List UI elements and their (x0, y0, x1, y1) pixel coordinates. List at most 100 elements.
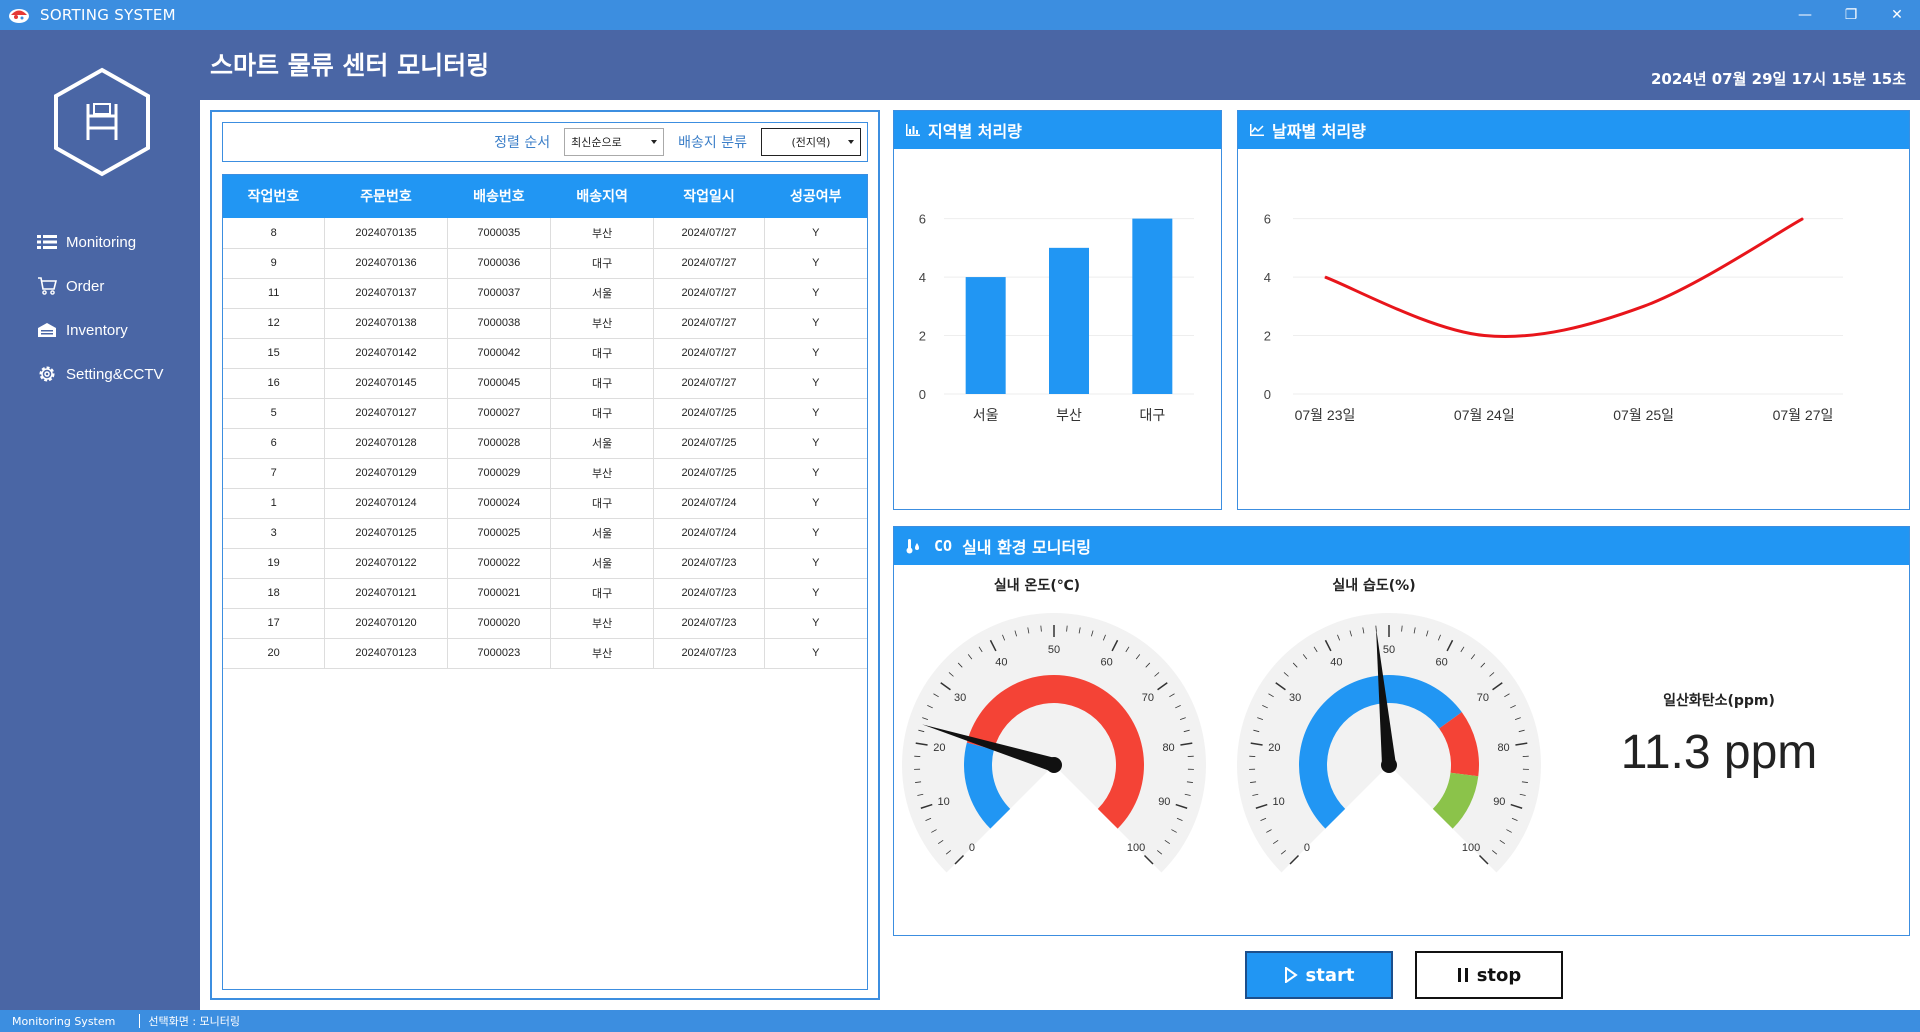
stop-button[interactable]: stop (1415, 951, 1563, 999)
table-cell: 2024/07/27 (653, 368, 765, 399)
sidebar-item-inventory[interactable]: Inventory (36, 308, 164, 352)
gauge-tick-label: 10 (938, 796, 950, 808)
table-cell: 2024070128 (324, 428, 448, 459)
table-cell: 대구 (550, 338, 655, 369)
table-row[interactable]: 11 2024070137 7000037 서울 2024/07/27 Y (221, 278, 869, 309)
table-cell: 대구 (550, 488, 655, 519)
table-cell: 7000045 (447, 368, 552, 399)
table-cell: 2024/07/24 (653, 488, 765, 519)
table-cell: 7000037 (447, 278, 552, 309)
humidity-label: 실내 습도(%) (1332, 578, 1416, 594)
sort-order-select[interactable]: 최신순으로 (564, 128, 665, 156)
region-filter-select[interactable]: (전지역) (761, 128, 861, 156)
close-button[interactable]: ✕ (1874, 0, 1920, 30)
warehouse-hex-logo-icon (50, 66, 154, 178)
table-cell: 19 (221, 548, 326, 579)
sidebar-item-label: Monitoring (66, 233, 137, 251)
table-row[interactable]: 19 2024070122 7000022 서울 2024/07/23 Y (221, 548, 869, 579)
column-header[interactable]: 성공여부 (764, 174, 869, 218)
column-header[interactable]: 배송지역 (550, 174, 655, 218)
window-title: SORTING SYSTEM (40, 6, 176, 24)
column-header[interactable]: 작업번호 (222, 174, 326, 218)
panel-header: 지역별 처리량 (894, 111, 1221, 149)
table-row[interactable]: 7 2024070129 7000029 부산 2024/07/25 Y (221, 458, 869, 489)
table-cell: 부산 (550, 218, 655, 249)
table-row[interactable]: 3 2024070125 7000025 서울 2024/07/24 Y (221, 518, 869, 549)
temperature-gauge: 0 10 20 30 40 50 60 70 80 90 100 (902, 613, 1206, 905)
table-cell: Y (764, 608, 869, 639)
table-row[interactable]: 17 2024070120 7000020 부산 2024/07/23 Y (221, 608, 869, 639)
minimize-button[interactable]: — (1782, 0, 1828, 30)
table-cell: Y (764, 428, 869, 459)
table-cell: 20 (221, 638, 326, 669)
y-tick-label: 6 (919, 212, 926, 227)
bar (965, 277, 1006, 394)
co-label: 일산화탄소(ppm) (1663, 693, 1775, 709)
table-cell: 2024/07/27 (653, 338, 765, 369)
table-cell: 7000022 (447, 548, 552, 579)
y-tick-label: 2 (1264, 329, 1271, 344)
gauge-tick-label: 80 (1497, 742, 1509, 754)
table-cell: 2024070135 (324, 218, 448, 249)
gauge-tick (1066, 625, 1068, 632)
region-filter-value: (전지역) (791, 136, 831, 149)
gauge-tick-label: 70 (1477, 692, 1489, 704)
table-row[interactable]: 1 2024070124 7000024 대구 2024/07/24 Y (221, 488, 869, 519)
table-cell: 7000042 (447, 338, 552, 369)
x-tick-label: 부산 (1056, 407, 1082, 423)
table-row[interactable]: 20 2024070123 7000023 부산 2024/07/23 Y (221, 638, 869, 669)
status-screen: 선택화면 : 모니터링 (148, 1015, 241, 1028)
panel-header: CO 실내 환경 모니터링 (894, 527, 1909, 565)
temperature-label: 실내 온도(℃) (993, 578, 1081, 594)
bar (1049, 247, 1089, 394)
gauge-tick-label: 30 (954, 692, 966, 704)
table-cell: Y (764, 638, 869, 669)
x-tick-label: 07월 27일 (1773, 407, 1834, 423)
sidebar-item-monitoring[interactable]: Monitoring (36, 220, 164, 264)
x-tick-label: 대구 (1139, 407, 1165, 423)
gauge-tick-label: 100 (1127, 842, 1145, 854)
table-cell: 2024/07/27 (653, 218, 765, 249)
app-logo-icon (8, 6, 30, 24)
table-cell: 대구 (550, 578, 655, 609)
gauge-tick-label: 50 (1048, 644, 1060, 656)
gauge-tick-label: 0 (969, 842, 975, 854)
table-cell: 대구 (550, 398, 655, 429)
restore-button[interactable]: ❐ (1828, 0, 1874, 30)
table-cell: 7000036 (447, 248, 552, 279)
main-content: 정렬 순서 최신순으로 배송지 분류 (전지역) 작업번호 주문번호 배송번호 배송지… (200, 100, 1920, 1010)
table-cell: 서울 (550, 548, 655, 579)
table-row[interactable]: 16 2024070145 7000045 대구 2024/07/27 Y (221, 368, 869, 399)
table-cell: 2024070136 (324, 248, 448, 279)
table-cell: 1 (221, 488, 326, 519)
table-cell: 9 (221, 248, 326, 279)
column-header[interactable]: 배송번호 (447, 174, 552, 218)
table-row[interactable]: 9 2024070136 7000036 대구 2024/07/27 Y (221, 248, 869, 279)
table-cell: 2024/07/23 (653, 638, 765, 669)
region-filter-label: 배송지 분류 (678, 135, 747, 151)
table-cell: 서울 (550, 518, 655, 549)
table-cell: 7000021 (447, 578, 552, 609)
table-row[interactable]: 18 2024070121 7000021 대구 2024/07/23 Y (221, 578, 869, 609)
region-bar-chart: 0 2 4 6 서울 부산 대구 (919, 212, 1194, 423)
gauge-tick-label: 0 (1304, 842, 1310, 854)
sidebar-item-order[interactable]: Order (36, 264, 164, 308)
table-row[interactable]: 6 2024070128 7000028 서울 2024/07/25 Y (221, 428, 869, 459)
table-header-row: 작업번호 주문번호 배송번호 배송지역 작업일시 성공여부 (222, 174, 869, 218)
table-row[interactable]: 5 2024070127 7000027 대구 2024/07/25 Y (221, 398, 869, 429)
table-cell: 7000029 (447, 458, 552, 489)
table-row[interactable]: 12 2024070138 7000038 부산 2024/07/27 Y (221, 308, 869, 339)
data-point (1324, 276, 1326, 278)
column-header[interactable]: 작업일시 (653, 174, 765, 218)
start-button[interactable]: start (1245, 951, 1393, 999)
table-cell: 2024070145 (324, 368, 448, 399)
table-row[interactable]: 8 2024070135 7000035 부산 2024/07/27 Y (221, 218, 869, 249)
table-cell: 12 (221, 308, 326, 339)
column-header[interactable]: 주문번호 (324, 174, 448, 218)
sidebar-item-setting-cctv[interactable]: Setting&CCTV (36, 352, 164, 396)
gauge-tick-label: 90 (1493, 796, 1505, 808)
table-row[interactable]: 15 2024070142 7000042 대구 2024/07/27 Y (221, 338, 869, 369)
job-list-panel: 정렬 순서 최신순으로 배송지 분류 (전지역) 작업번호 주문번호 배송번호 배송지… (210, 110, 880, 1000)
current-datetime: 2024년 07월 29일 17시 15분 15초 (1650, 70, 1906, 88)
date-line-chart: 0 2 4 6 07월 23일 07월 24일 07월 25일 07월 27일 (1264, 212, 1843, 423)
